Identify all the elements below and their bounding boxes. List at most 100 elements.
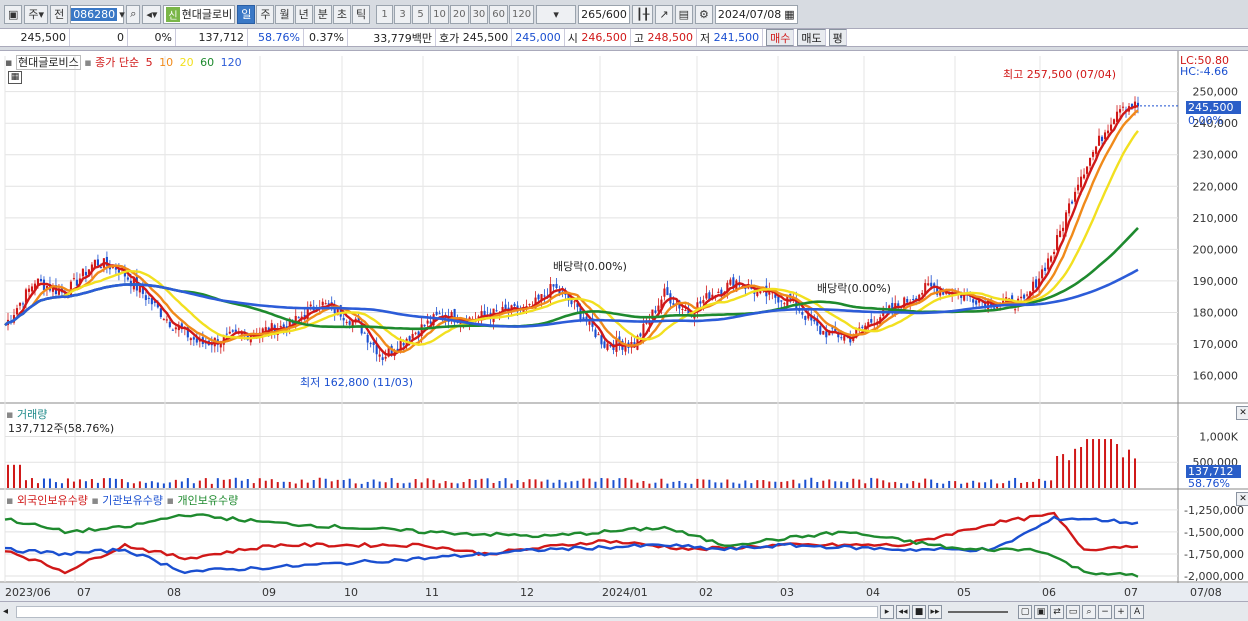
scroll-left-icon[interactable]: ◂ xyxy=(3,606,8,617)
avg-button[interactable]: 평 xyxy=(828,29,847,46)
plus-icon[interactable]: + xyxy=(1114,604,1129,619)
candle-body xyxy=(192,337,195,340)
forward-icon[interactable]: ▸▸ xyxy=(928,604,943,619)
minus-icon[interactable]: − xyxy=(1098,604,1113,619)
candle-icon[interactable]: ┃╂ xyxy=(632,4,654,24)
volume-bar xyxy=(504,478,507,488)
period-tab-4[interactable]: 분 xyxy=(313,4,332,24)
volume-bar xyxy=(366,481,369,488)
scroll-right-icon[interactable]: ▸ xyxy=(880,604,895,619)
period-tab-3[interactable]: 년 xyxy=(294,4,313,24)
draw-icon[interactable]: ↗ xyxy=(655,4,673,24)
interval-tab-3[interactable]: 3 xyxy=(394,4,412,24)
candle-body xyxy=(1014,309,1017,311)
buy-button[interactable]: 매수 xyxy=(766,29,795,46)
count-field[interactable]: 265/600 xyxy=(578,4,631,24)
candle-body xyxy=(582,317,585,320)
candle-body xyxy=(1062,227,1065,232)
candle-body xyxy=(369,342,372,344)
volume-bar xyxy=(84,481,87,488)
search-icon[interactable]: ⌕ xyxy=(126,4,141,24)
rewind-icon[interactable]: ◂◂ xyxy=(896,604,911,619)
candle-body xyxy=(870,319,873,323)
quote-change-pct: 0% xyxy=(128,29,176,46)
period-tab-1[interactable]: 주 xyxy=(256,4,275,24)
candle-body xyxy=(777,296,780,303)
candle-body xyxy=(147,297,150,299)
period-select[interactable]: 주 ▾ xyxy=(24,4,49,24)
stock-name-box[interactable]: 신 현대글로비 xyxy=(163,4,236,24)
period-tab-2[interactable]: 월 xyxy=(275,4,294,24)
scroll-track[interactable] xyxy=(16,605,879,618)
volume-bar xyxy=(438,483,441,488)
volume-bar xyxy=(6,464,9,488)
zoom-icon[interactable]: ⌕ xyxy=(1082,604,1097,619)
period-tab-6[interactable]: 틱 xyxy=(351,4,371,24)
layout-icon[interactable]: ▢ xyxy=(1018,604,1033,619)
calculator-icon[interactable]: ▦ xyxy=(8,71,22,84)
stock-code-input[interactable]: 086280 ▾ xyxy=(70,4,125,24)
chart-canvas[interactable]: 250,000240,000230,000220,000210,000200,0… xyxy=(0,51,1248,602)
window-arrange-icon[interactable]: ▭ xyxy=(1066,604,1081,619)
font-icon[interactable]: A xyxy=(1130,604,1145,619)
volume-bar xyxy=(414,479,417,488)
volume-bar xyxy=(168,482,171,488)
candle-body xyxy=(960,295,963,298)
save-icon[interactable]: ▤ xyxy=(674,4,693,24)
mode-button[interactable]: 전 xyxy=(50,4,69,24)
zoom-slider[interactable] xyxy=(948,610,1009,613)
volume-bar xyxy=(888,482,891,488)
candle-body xyxy=(18,302,22,306)
holding-panel-close-icon[interactable]: ✕ xyxy=(1236,492,1248,506)
volume-panel-close-icon[interactable]: ✕ xyxy=(1236,406,1248,420)
volume-bar xyxy=(738,483,741,488)
volume-bar xyxy=(1026,482,1029,488)
candle-body xyxy=(231,330,234,332)
volume-bar xyxy=(804,479,807,488)
interval-tab-120[interactable]: 120 xyxy=(509,4,535,24)
dividend-annotation-2: 배당락(0.00%) xyxy=(817,282,891,295)
candle-body xyxy=(1059,230,1062,238)
volume-bar xyxy=(120,479,123,488)
period-tab-0[interactable]: 일 xyxy=(237,4,256,24)
sell-button[interactable]: 매도 xyxy=(797,29,826,46)
volume-bar xyxy=(816,482,819,488)
stop-icon[interactable]: ■ xyxy=(912,604,927,619)
volume-bar xyxy=(186,478,189,488)
window-icon[interactable]: ▣ xyxy=(4,4,23,24)
quote-high: 고 248,500 xyxy=(631,29,697,46)
interval-tab-60[interactable]: 60 xyxy=(489,4,509,24)
split-icon[interactable]: ▣ xyxy=(1034,604,1049,619)
volume-bar xyxy=(870,477,873,488)
volume-bar xyxy=(762,480,765,488)
interval-tab-20[interactable]: 20 xyxy=(449,4,469,24)
period-tab-5[interactable]: 초 xyxy=(332,4,351,24)
volume-bar xyxy=(858,479,861,488)
speaker-icon[interactable]: ◂▾ xyxy=(142,4,162,24)
bottom-scrollbar[interactable]: ◂ ▸ ◂◂ ■ ▸▸ ▢ ▣ ⇄ ▭ ⌕ − + A xyxy=(0,601,1248,621)
gear-icon[interactable]: ⚙ xyxy=(695,4,713,24)
price-tick: 190,000 xyxy=(1193,275,1239,288)
volume-bar xyxy=(582,478,585,488)
trade-icon[interactable]: ⇄ xyxy=(1050,604,1065,619)
candle-body xyxy=(423,324,426,327)
legend-dot: ▪ xyxy=(84,56,92,69)
volume-bar xyxy=(678,480,681,488)
chart-area[interactable]: 250,000 240,000 230,000 220,000 210,000 200,0… xyxy=(0,50,1248,602)
date-field[interactable]: 2024/07/08 ▦ xyxy=(714,4,798,24)
interval-dropdown[interactable]: ▾ xyxy=(536,4,577,24)
quote-bid: 호가 245,500 xyxy=(436,29,513,46)
interval-tab-10[interactable]: 10 xyxy=(430,4,449,24)
interval-tab-30[interactable]: 30 xyxy=(469,4,489,24)
volume-bar xyxy=(510,483,513,488)
volume-bar xyxy=(564,482,567,488)
candle-body xyxy=(993,307,996,309)
interval-tab-1[interactable]: 1 xyxy=(376,4,394,24)
volume-bar xyxy=(360,483,363,488)
volume-bar xyxy=(234,477,237,488)
volume-bar xyxy=(654,482,657,488)
volume-bar xyxy=(534,479,537,488)
interval-tab-5[interactable]: 5 xyxy=(412,4,430,24)
candle-body xyxy=(39,278,43,282)
candle-body xyxy=(975,300,978,305)
